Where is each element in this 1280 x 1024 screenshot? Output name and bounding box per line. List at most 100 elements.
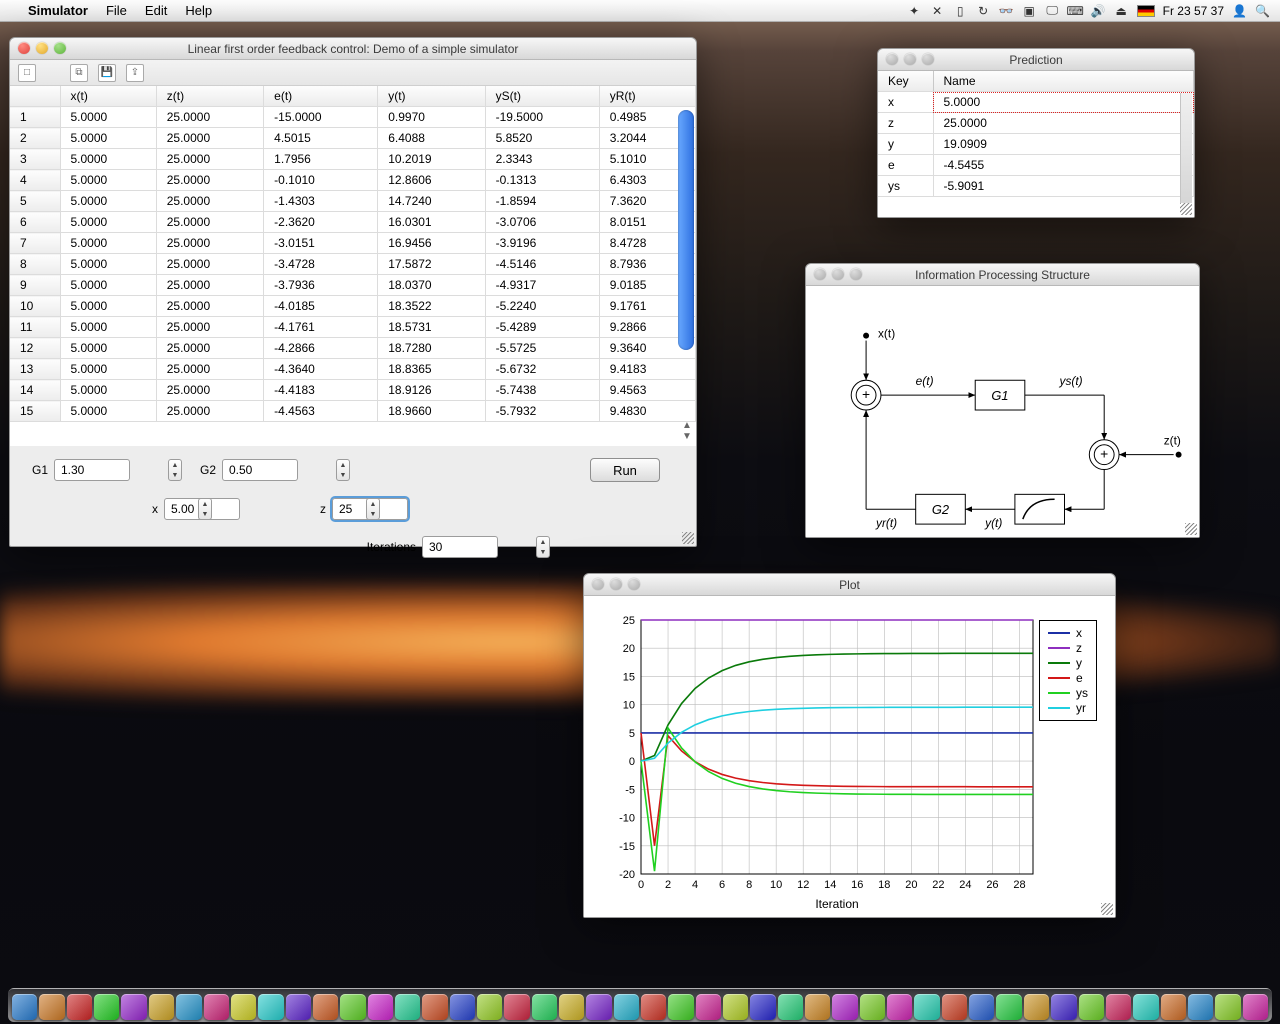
close-icon[interactable] [886,53,898,65]
resize-grip-icon[interactable] [682,532,694,544]
save-icon[interactable]: 💾 [98,64,116,82]
zoom-icon[interactable] [850,268,862,280]
prediction-row[interactable]: ys-5.9091 [878,176,1194,197]
g2-input[interactable] [222,459,332,481]
dock-app-icon[interactable] [313,994,338,1020]
table-scrollbar[interactable] [678,110,694,350]
dock-app-icon[interactable] [1133,994,1158,1020]
minimize-icon[interactable] [36,42,48,54]
menu-help[interactable]: Help [185,3,212,18]
copy-icon[interactable]: ⧉ [70,64,88,82]
dock-app-icon[interactable] [422,994,447,1020]
resize-grip-icon[interactable] [1101,903,1113,915]
dock-app-icon[interactable] [1106,994,1131,1020]
dock-app-icon[interactable] [914,994,939,1020]
spotlight-icon[interactable]: 🔍 [1255,3,1270,18]
dock-app-icon[interactable] [504,994,529,1020]
minimize-icon[interactable] [832,268,844,280]
column-header[interactable]: z(t) [156,86,263,107]
prediction-row[interactable]: x5.0000 [878,92,1194,113]
minimize-icon[interactable] [610,578,622,590]
volume-icon[interactable]: 🔊 [1091,3,1106,18]
dock-app-icon[interactable] [1024,994,1049,1020]
binoculars-icon[interactable]: 👓 [999,3,1014,18]
column-header[interactable]: x(t) [60,86,156,107]
table-row[interactable]: 115.000025.0000-4.176118.5731-5.42899.28… [10,317,696,338]
table-row[interactable]: 75.000025.0000-3.015116.9456-3.91968.472… [10,233,696,254]
dock-app-icon[interactable] [340,994,365,1020]
table-row[interactable]: 135.000025.0000-4.364018.8365-5.67329.41… [10,359,696,380]
dock-app-icon[interactable] [723,994,748,1020]
table-row[interactable]: 155.000025.0000-4.456318.9660-5.79329.48… [10,401,696,422]
dock-app-icon[interactable] [1161,994,1186,1020]
dock-app-icon[interactable] [860,994,885,1020]
table-row[interactable]: 45.000025.0000-0.101012.8606-0.13136.430… [10,170,696,191]
column-header[interactable]: e(t) [264,86,378,107]
menubar-clock[interactable]: Fr 23 57 37 [1163,4,1224,18]
sync-icon[interactable]: ✕ [930,3,945,18]
menu-file[interactable]: File [106,3,127,18]
dock-app-icon[interactable] [668,994,693,1020]
table-row[interactable]: 105.000025.0000-4.018518.3522-5.22409.17… [10,296,696,317]
table-row[interactable]: 55.000025.0000-1.430314.7240-1.85947.362… [10,191,696,212]
user-icon[interactable]: 👤 [1232,3,1247,18]
prediction-row[interactable]: y19.0909 [878,134,1194,155]
dock-app-icon[interactable] [477,994,502,1020]
table-row[interactable]: 65.000025.0000-2.362016.0301-3.07068.015… [10,212,696,233]
table-row[interactable]: 95.000025.0000-3.793618.0370-4.93179.018… [10,275,696,296]
dock-app-icon[interactable] [1079,994,1104,1020]
z-input[interactable] [332,498,362,520]
dock-app-icon[interactable] [969,994,994,1020]
dock-app-icon[interactable] [614,994,639,1020]
close-icon[interactable] [814,268,826,280]
export-icon[interactable]: ⇪ [126,64,144,82]
x-input[interactable] [164,498,194,520]
dock-app-icon[interactable] [805,994,830,1020]
titlebar-prediction[interactable]: Prediction [878,49,1194,71]
dock-app-icon[interactable] [696,994,721,1020]
column-header[interactable] [10,86,60,107]
dock-app-icon[interactable] [450,994,475,1020]
dock-app-icon[interactable] [121,994,146,1020]
table-row[interactable]: 125.000025.0000-4.286618.7280-5.57259.36… [10,338,696,359]
dock-app-icon[interactable] [750,994,775,1020]
scroll-arrows-icon[interactable]: ▲▼ [680,420,694,442]
minimize-icon[interactable] [904,53,916,65]
dock-app-icon[interactable] [94,994,119,1020]
g2-stepper[interactable]: ▲▼ [336,459,350,481]
prediction-row[interactable]: z25.0000 [878,113,1194,134]
table-row[interactable]: 35.000025.00001.795610.20192.33435.1010 [10,149,696,170]
column-header[interactable]: yR(t) [599,86,695,107]
dock-app-icon[interactable] [176,994,201,1020]
dock-app-icon[interactable] [778,994,803,1020]
keyboard-icon[interactable]: ⌨ [1068,3,1083,18]
titlebar-plot[interactable]: Plot [584,574,1115,596]
z-stepper[interactable]: ▲▼ [366,498,380,520]
timemachine-icon[interactable]: ↻ [976,3,991,18]
dock-app-icon[interactable] [204,994,229,1020]
dock-app-icon[interactable] [395,994,420,1020]
iterations-stepper[interactable]: ▲▼ [536,536,550,558]
dock-app-icon[interactable] [368,994,393,1020]
zoom-icon[interactable] [54,42,66,54]
zoom-icon[interactable] [628,578,640,590]
dock-app-icon[interactable] [1215,994,1240,1020]
resize-grip-icon[interactable] [1180,203,1192,215]
battery-icon[interactable]: ▯ [953,3,968,18]
g1-input[interactable] [54,459,164,481]
titlebar-simulator[interactable]: Linear first order feedback control: Dem… [10,38,696,60]
dock-app-icon[interactable] [532,994,557,1020]
prediction-row[interactable]: e-4.5455 [878,155,1194,176]
dock-app-icon[interactable] [942,994,967,1020]
run-button[interactable]: Run [590,458,660,482]
table-row[interactable]: 85.000025.0000-3.472817.5872-4.51468.793… [10,254,696,275]
iterations-input[interactable] [422,536,532,558]
dock-app-icon[interactable] [559,994,584,1020]
x-stepper[interactable]: ▲▼ [198,498,212,520]
dock-app-icon[interactable] [39,994,64,1020]
dock-app-icon[interactable] [586,994,611,1020]
dock-app-icon[interactable] [1243,994,1268,1020]
titlebar-structure[interactable]: Information Processing Structure [806,264,1199,286]
display-icon[interactable]: ▣ [1022,3,1037,18]
evernote-icon[interactable]: ✦ [907,3,922,18]
